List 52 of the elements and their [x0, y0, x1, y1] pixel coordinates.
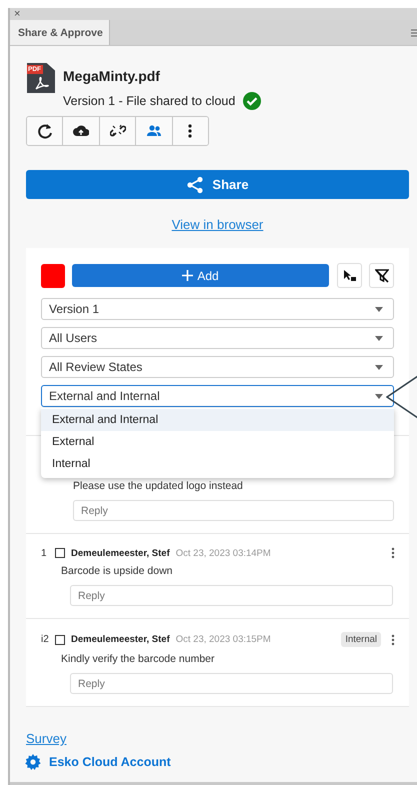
share-button[interactable]: Share [26, 170, 409, 199]
share-icon [186, 176, 204, 194]
select-tool-button[interactable] [337, 263, 362, 288]
dropdown-caret-icon [375, 336, 383, 340]
close-button[interactable]: × [14, 8, 20, 20]
comment-text: Please use the updated logo instead [73, 480, 244, 492]
filter-dropdown[interactable]: All Review States [41, 356, 394, 378]
dropdown-caret-icon [375, 306, 383, 312]
color-swatch[interactable] [41, 264, 65, 288]
comment-date: Oct 23, 2023 03:15PM [176, 634, 271, 645]
comment-number: i2 [41, 634, 49, 645]
people-icon [146, 123, 162, 139]
refresh-icon [36, 123, 53, 139]
filter-dropdown[interactable]: Version 1 [41, 298, 394, 320]
filter-dropdown[interactable]: External and Internal [41, 385, 394, 407]
reply-field[interactable]: Reply [70, 673, 393, 694]
more-vertical-icon[interactable] [391, 634, 395, 646]
dropdown-caret-icon [375, 394, 383, 398]
panel-tab[interactable]: Share & Approve [10, 20, 110, 45]
cursor-comment-icon [342, 268, 356, 282]
filter-dropdown[interactable]: All Users [41, 327, 394, 349]
dropdown-option[interactable]: External [41, 431, 394, 453]
comment-checkbox[interactable] [55, 634, 65, 644]
internal-tag: Internal [341, 632, 381, 647]
comment-author: Demeulemeester, Stef [71, 634, 170, 645]
gear-icon[interactable] [25, 754, 41, 770]
file-status: Version 1 - File shared to cloud [63, 94, 236, 108]
comment-text: Kindly verify the barcode number [61, 653, 216, 665]
filter-off-icon [374, 268, 388, 282]
comment-text: Barcode is upside down [61, 565, 174, 577]
broken-link-icon [110, 123, 126, 139]
comment-author: Demeulemeester, Stef [71, 548, 170, 558]
more-vertical-icon [188, 124, 192, 138]
cloud-upload-icon [73, 123, 90, 139]
file-name: MegaMinty.pdf [63, 68, 161, 84]
reply-field[interactable]: Reply [70, 585, 393, 606]
toolbar-button[interactable] [27, 117, 64, 145]
add-button[interactable]: Add [72, 264, 329, 287]
comment-number: 1 [41, 548, 48, 558]
clear-filter-button[interactable] [369, 263, 394, 288]
more-vertical-icon[interactable] [391, 547, 395, 559]
dropdown-option[interactable]: External and Internal [41, 409, 394, 431]
view-in-browser-link[interactable]: View in browser [172, 217, 264, 232]
dropdown-option[interactable]: Internal [41, 453, 394, 475]
comment-date: Oct 23, 2023 03:14PM [176, 548, 271, 558]
account-link[interactable]: Esko Cloud Account [49, 755, 171, 769]
plus-icon [182, 270, 194, 281]
pdf-swirl-icon [33, 76, 49, 90]
comment-checkbox[interactable] [55, 548, 65, 558]
reply-field[interactable]: Reply [73, 500, 394, 521]
survey-link[interactable]: Survey [26, 731, 409, 746]
dropdown-caret-icon [375, 364, 383, 370]
